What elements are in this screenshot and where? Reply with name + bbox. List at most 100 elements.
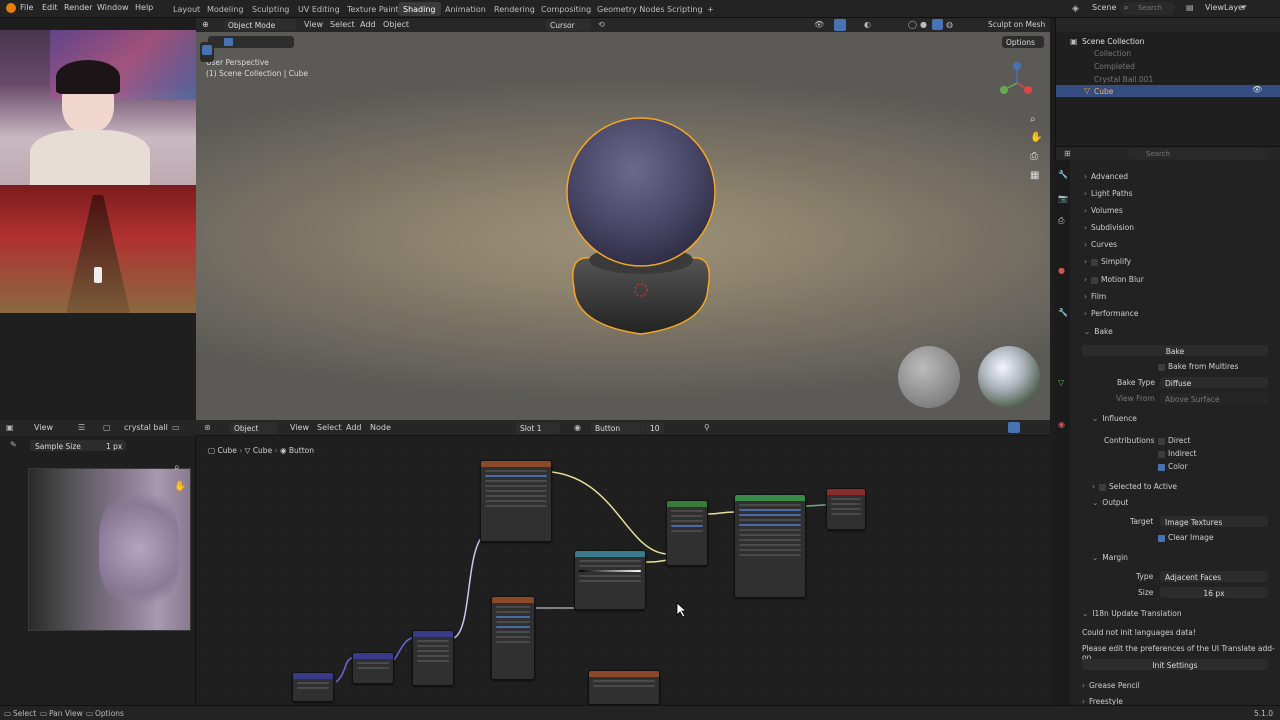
image-pan-icon[interactable]: ✋ [174, 481, 186, 492]
properties-type-icon[interactable]: ⊞ [1064, 149, 1071, 158]
view-from-dropdown[interactable]: Above Surface [1160, 393, 1268, 404]
outliner-item-collection[interactable]: Collection [1094, 49, 1131, 58]
texture-coordinate-node[interactable] [292, 672, 334, 702]
selected-to-active-checkbox[interactable] [1099, 483, 1106, 491]
section-film[interactable]: › Film [1084, 292, 1106, 301]
sample-tool-icon[interactable]: ✎ [10, 440, 17, 449]
bake-button[interactable]: Bake [1082, 345, 1268, 356]
vector-math-node[interactable] [412, 630, 454, 686]
bake-type-dropdown[interactable]: Diffuse [1160, 377, 1268, 388]
mapping-node[interactable] [352, 652, 394, 684]
outliner-scene-collection[interactable]: Scene Collection [1082, 37, 1144, 46]
add-workspace-button[interactable]: + [702, 2, 719, 16]
shading-rendered-icon[interactable]: ◍ [946, 20, 953, 29]
tab-geometry-nodes[interactable]: Geometry Nodes [592, 2, 669, 16]
tab-uv-editing[interactable]: UV Editing [293, 2, 345, 16]
modifier-tab-icon[interactable]: 🔧 [1058, 308, 1068, 317]
menu-render[interactable]: Render [64, 3, 92, 12]
color-checkbox[interactable] [1158, 463, 1165, 471]
section-i18n-update-translation[interactable]: ⌄ I18n Update Translation [1082, 609, 1182, 618]
tab-layout[interactable]: Layout [168, 2, 205, 16]
sample-size-field[interactable]: Sample Size 1 px [30, 440, 126, 451]
material-tab-icon[interactable]: ◉ [1058, 420, 1065, 429]
image-browse-icon[interactable]: ▢ [103, 423, 111, 432]
indirect-toggle[interactable]: Indirect [1158, 449, 1196, 458]
menu-help[interactable]: Help [135, 3, 153, 12]
pan-hand-icon[interactable]: ✋ [1030, 132, 1042, 143]
tab-rendering[interactable]: Rendering [489, 2, 540, 16]
principled-bsdf-node[interactable] [734, 494, 806, 598]
properties-tabs[interactable]: 🔧 📷 ⎙ ● 🔧 ▽ ◉ [1055, 160, 1070, 705]
outliner-item-cube[interactable]: Cube [1094, 87, 1113, 96]
view-layer-icon[interactable]: ▤ [1186, 3, 1194, 12]
zoom-icon[interactable]: ⌕ [1030, 114, 1036, 125]
noise-texture-node[interactable] [491, 596, 535, 680]
selection-mode-buttons[interactable] [208, 36, 294, 48]
image-editor-type-icon[interactable]: ▣ [6, 423, 14, 432]
select-tool-icon[interactable] [202, 45, 212, 55]
section-motion-blur[interactable]: › Motion Blur [1084, 275, 1144, 284]
section-subdivision[interactable]: › Subdivision [1084, 223, 1134, 232]
shading-wireframe-icon[interactable]: ◯ [908, 20, 917, 29]
scene-tab-icon[interactable]: ● [1058, 266, 1065, 275]
image-texture-node-2[interactable] [588, 670, 660, 705]
tab-sculpting[interactable]: Sculpting [247, 2, 294, 16]
color-toggle[interactable]: Color [1158, 462, 1188, 471]
section-simplify[interactable]: › Simplify [1084, 257, 1131, 266]
init-settings-button[interactable]: Init Settings [1082, 659, 1268, 670]
menu-edit[interactable]: Edit [42, 3, 58, 12]
output-tab-icon[interactable]: ⎙ [1058, 216, 1064, 226]
section-performance[interactable]: › Performance [1084, 309, 1139, 318]
indirect-checkbox[interactable] [1158, 450, 1165, 458]
tab-scripting[interactable]: Scripting [662, 2, 708, 16]
subsection-margin[interactable]: ⌄ Margin [1092, 553, 1128, 562]
shader-node-editor[interactable]: ⊛ Object View Select Add Node Slot 1 ◉ B… [196, 420, 1050, 705]
margin-size-field[interactable]: 16 px [1160, 587, 1268, 598]
options-dropdown[interactable]: Options [1002, 36, 1044, 48]
menu-file[interactable]: File [20, 3, 33, 12]
sculpt-on-mesh-button[interactable]: Sculpt on Mesh [988, 20, 1045, 29]
image-view-menu[interactable]: View [34, 423, 53, 432]
tab-shading[interactable]: Shading [398, 2, 441, 16]
tab-animation[interactable]: Animation [440, 2, 491, 16]
navigation-gizmo[interactable] [992, 58, 1042, 108]
tab-modeling[interactable]: Modeling [202, 2, 248, 16]
visibility-eye-icon[interactable]: 👁 [1252, 85, 1262, 94]
grid-toggle-icon[interactable]: ▦ [1030, 170, 1039, 181]
shading-material-button[interactable] [932, 19, 943, 30]
tab-compositing[interactable]: Compositing [536, 2, 596, 16]
section-volumes[interactable]: › Volumes [1084, 206, 1123, 215]
tab-texture-paint[interactable]: Texture Paint [342, 2, 404, 16]
color-ramp-node[interactable] [574, 550, 646, 610]
viewport-menu-object[interactable]: Object [383, 20, 409, 29]
direct-toggle[interactable]: Direct [1158, 436, 1190, 445]
shading-solid-icon[interactable]: ● [920, 20, 927, 29]
render-tab-icon[interactable]: 📷 [1058, 194, 1068, 203]
select-box-icon[interactable] [224, 38, 233, 46]
viewport-menu-view[interactable]: View [304, 20, 323, 29]
outliner[interactable]: ▣ Scene Collection Collection Completed … [1055, 18, 1280, 146]
image-menu-icon[interactable]: ☰ [78, 423, 85, 432]
bake-from-multires-checkbox[interactable] [1158, 363, 1165, 371]
viewport-toolbar[interactable] [200, 42, 214, 62]
motion-blur-checkbox[interactable] [1091, 276, 1098, 284]
simplify-checkbox[interactable] [1091, 258, 1098, 266]
viewport-menu-add[interactable]: Add [360, 20, 376, 29]
blender-logo-icon[interactable] [6, 3, 16, 13]
mix-node[interactable] [666, 500, 708, 566]
subsection-selected-to-active[interactable]: › Selected to Active [1092, 482, 1177, 491]
gizmo-toggle-button[interactable] [834, 19, 846, 31]
visibility-icon[interactable]: 👁 [814, 20, 824, 29]
crystal-ball-object[interactable] [556, 110, 726, 340]
image-fake-user-icon[interactable]: ▭ [172, 423, 180, 432]
section-bake[interactable]: ⌄ Bake [1084, 327, 1113, 336]
image-editor[interactable]: ▣ View ☰ ▢ crystal ball ▭ ✎ Sample Size … [0, 420, 196, 705]
image-zoom-icon[interactable]: ⌕ [174, 462, 180, 473]
subsection-output[interactable]: ⌄ Output [1092, 498, 1128, 507]
section-curves[interactable]: › Curves [1084, 240, 1117, 249]
clear-image-checkbox[interactable] [1158, 534, 1165, 542]
subsection-influence[interactable]: ⌄ Influence [1092, 414, 1137, 423]
bake-from-multires-toggle[interactable]: Bake from Multires [1158, 362, 1238, 371]
camera-icon[interactable]: ⎙ [1030, 151, 1038, 162]
section-advanced[interactable]: › Advanced [1084, 172, 1128, 181]
